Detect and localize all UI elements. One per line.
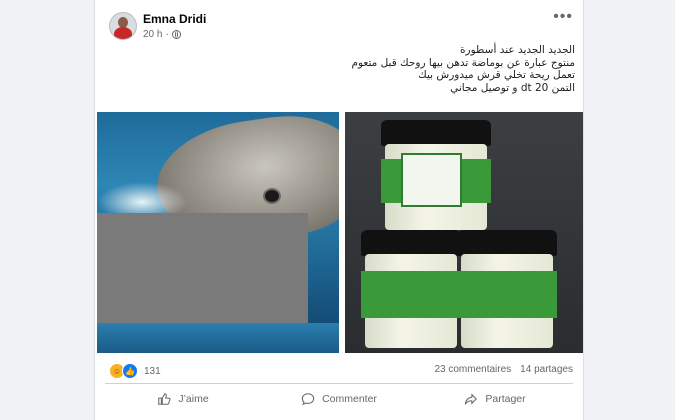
sea-water — [97, 323, 339, 353]
engagement-stats: 23 commentaires 14 partages — [434, 364, 573, 375]
jars-photo[interactable] — [345, 112, 583, 353]
meta-separator: · — [165, 29, 169, 40]
censored-block — [97, 213, 308, 323]
post-meta: 20 h · — [143, 29, 181, 40]
comment-icon — [301, 393, 315, 406]
jar-bottom-right — [457, 230, 557, 348]
globe-icon — [171, 30, 181, 39]
comment-label: Commenter — [322, 393, 377, 405]
like-icon: 👍 — [122, 363, 138, 379]
post-text-line: التمن dt 20 و توصيل مجاني — [450, 81, 575, 94]
jar-top — [381, 120, 491, 230]
more-options-icon[interactable]: ••• — [553, 8, 573, 26]
author-name[interactable]: Emna Dridi — [143, 12, 206, 26]
reactions-summary[interactable]: ☺ 👍 131 — [109, 363, 161, 379]
like-label: J’aime — [178, 393, 209, 405]
post-text-line: الجديد الجديد عند أسطورة — [460, 44, 575, 56]
actions-divider — [105, 383, 573, 384]
post-text-line: تعمل ريحة تخلي قرش ميدورش بيك — [418, 69, 575, 81]
comments-count[interactable]: 23 commentaires — [434, 364, 511, 375]
post-actions: J’aime Commenter Partager — [105, 386, 573, 412]
shares-count[interactable]: 14 partages — [520, 364, 573, 375]
share-button[interactable]: Partager — [417, 386, 573, 412]
post-text-line: منتوج عبارة عن بوماضة تدهن بيها روحك قبل… — [351, 56, 575, 69]
share-icon — [465, 393, 478, 405]
jar-bottom-left — [361, 230, 461, 348]
shark-eye — [263, 188, 281, 204]
post-text: الجديد الجديد عند أسطورة منتوج عبارة عن … — [189, 44, 575, 94]
shark-photo[interactable] — [97, 112, 339, 353]
author-avatar[interactable] — [109, 12, 137, 40]
share-label: Partager — [485, 393, 526, 405]
post-card: Emna Dridi 20 h · ••• الجديد الجديد عند … — [94, 0, 584, 420]
post-time[interactable]: 20 h — [143, 29, 162, 40]
thumb-up-icon — [158, 393, 171, 405]
reaction-count: 131 — [144, 365, 161, 377]
like-button[interactable]: J’aime — [105, 386, 261, 412]
comment-button[interactable]: Commenter — [261, 386, 417, 412]
